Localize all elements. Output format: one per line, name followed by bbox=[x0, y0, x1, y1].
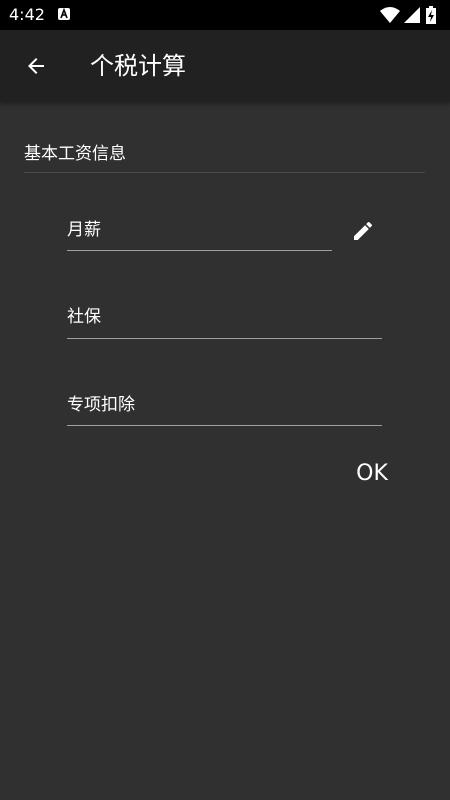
status-time: 4:42 bbox=[9, 5, 45, 24]
monthly-salary-underline bbox=[67, 250, 332, 251]
section-divider bbox=[24, 172, 425, 173]
status-bar: 4:42 bbox=[0, 0, 450, 30]
special-deduction-underline bbox=[67, 425, 382, 426]
pencil-edit-icon bbox=[354, 221, 373, 240]
ok-button[interactable]: OK bbox=[346, 456, 398, 492]
special-deduction-field[interactable]: 专项扣除 bbox=[67, 394, 135, 416]
a-letter-icon bbox=[58, 8, 70, 20]
monthly-salary-field[interactable]: 月薪 bbox=[67, 219, 101, 241]
wifi-icon bbox=[380, 7, 400, 23]
app-bar: 个税计算 bbox=[0, 30, 450, 102]
signal-icon bbox=[404, 7, 420, 23]
section-title: 基本工资信息 bbox=[24, 144, 126, 164]
back-button[interactable] bbox=[14, 44, 58, 88]
social-insurance-field[interactable]: 社保 bbox=[67, 306, 101, 328]
battery-icon bbox=[426, 6, 436, 24]
social-insurance-underline bbox=[67, 338, 382, 339]
edit-button[interactable] bbox=[348, 216, 378, 246]
arrow-back-icon bbox=[28, 58, 44, 74]
page-title: 个税计算 bbox=[90, 52, 186, 80]
